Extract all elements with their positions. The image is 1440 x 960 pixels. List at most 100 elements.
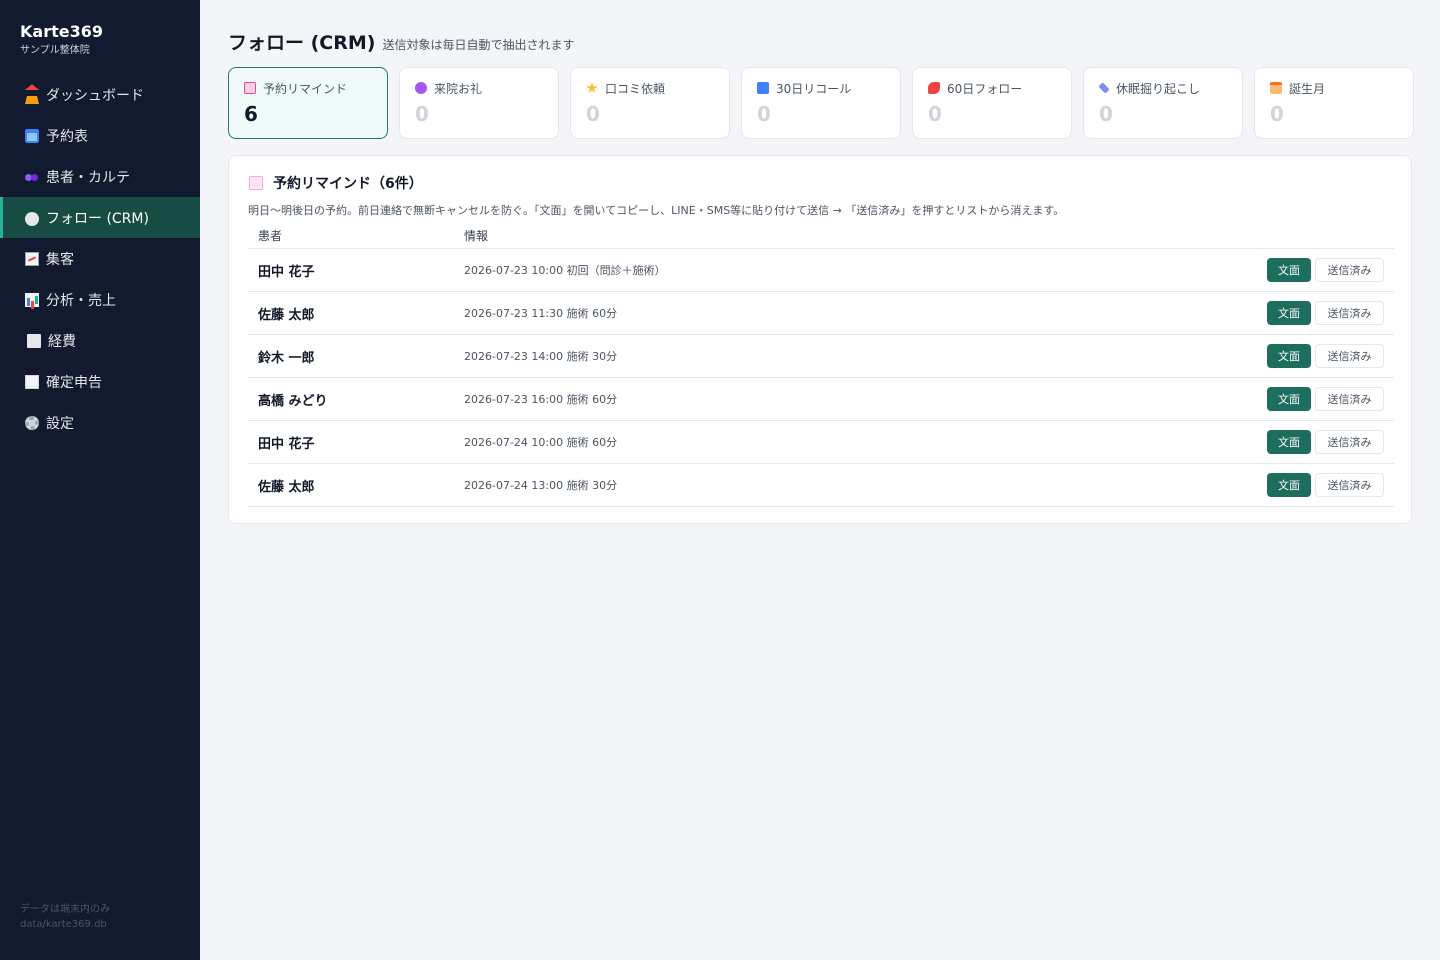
patient-name: 田中 花子 [258, 436, 315, 452]
sidebar-item-label: 確定申告 [46, 374, 102, 391]
sidebar-item-patients[interactable]: 患者・カルテ [0, 156, 200, 197]
phone-icon [928, 82, 940, 94]
appointment-info: 2026-07-23 16:00 施術 60分 [464, 393, 618, 406]
row-actions: 文面 送信済み [1267, 430, 1394, 454]
panel-title-text: 予約リマインド（6件） [273, 176, 423, 192]
patient-name: 高橋 みどり [258, 393, 328, 409]
tab-appointment-reminder[interactable]: 予約リマインド 6 [228, 67, 388, 139]
patient-name: 佐藤 太郎 [258, 479, 315, 495]
sidebar-item-analytics[interactable]: 分析・売上 [0, 279, 200, 320]
stat-label: 口コミ依頼 [605, 81, 666, 96]
tab-30day-recall[interactable]: 30日リコール 0 [741, 67, 901, 139]
sidebar-item-label: 患者・カルテ [46, 169, 130, 186]
calendar-icon [25, 128, 39, 143]
stat-label: 休眠掘り起こし [1116, 81, 1201, 96]
appointment-info: 2026-07-23 14:00 施術 30分 [464, 350, 618, 363]
stat-count: 0 [586, 102, 600, 126]
reminder-panel: 予約リマインド（6件） 明日〜明後日の予約。前日連絡で無断キャンセルを防ぐ。「文… [228, 155, 1412, 524]
cake-icon [1270, 82, 1282, 94]
repeat-icon [757, 82, 769, 94]
mark-sent-button[interactable]: 送信済み [1315, 430, 1384, 454]
mark-sent-button[interactable]: 送信済み [1315, 258, 1384, 282]
house-icon [25, 83, 39, 104]
appointment-info: 2026-07-23 11:30 施術 60分 [464, 307, 618, 320]
pickaxe-icon [1098, 82, 1110, 94]
sidebar-item-crm[interactable]: フォロー (CRM) [0, 197, 200, 238]
tab-visit-thanks[interactable]: 来院お礼 0 [399, 67, 559, 139]
storage-note-line: データは端末内のみ [20, 904, 110, 915]
table-row: 鈴木 一郎 2026-07-23 14:00 施術 30分 文面 送信済み [248, 335, 1394, 378]
table-row: 高橋 みどり 2026-07-23 16:00 施術 60分 文面 送信済み [248, 378, 1394, 421]
sidebar: Karte369 サンプル整体院 ダッシュボード 予約表 患者・カルテ フォロー… [0, 0, 200, 960]
table-row: 田中 花子 2026-07-23 10:00 初回（問診＋施術） 文面 送信済み [248, 249, 1394, 292]
tab-dormant-revival[interactable]: 休眠掘り起こし 0 [1083, 67, 1243, 139]
table-row: 佐藤 太郎 2026-07-23 11:30 施術 60分 文面 送信済み [248, 292, 1394, 335]
stat-count: 0 [1270, 102, 1284, 126]
sidebar-item-label: 経費 [48, 333, 76, 350]
storage-note: データは端末内のみ data/karte369.db [20, 902, 110, 932]
mark-sent-button[interactable]: 送信済み [1315, 387, 1384, 411]
panel-title: 予約リマインド（6件） [249, 173, 423, 193]
mark-sent-button[interactable]: 送信済み [1315, 344, 1384, 368]
table-header: 患者 情報 [248, 222, 1394, 249]
mark-sent-button[interactable]: 送信済み [1315, 473, 1384, 497]
document-icon [25, 374, 39, 389]
row-actions: 文面 送信済み [1267, 387, 1394, 411]
sidebar-item-schedule[interactable]: 予約表 [0, 115, 200, 156]
sidebar-item-label: 予約表 [46, 128, 88, 145]
people-icon [25, 170, 39, 184]
column-info: 情報 [464, 228, 489, 243]
panel-description: 明日〜明後日の予約。前日連絡で無断キャンセルを防ぐ。「文面」を開いてコピーし、L… [248, 204, 1065, 217]
sidebar-item-label: ダッシュボード [46, 87, 144, 104]
page-title: フォロー (CRM) [228, 32, 376, 54]
bar-chart-icon [25, 292, 39, 307]
gear-icon [25, 415, 39, 430]
clinic-name: サンプル整体院 [20, 45, 90, 56]
sidebar-item-dashboard[interactable]: ダッシュボード [0, 74, 200, 115]
star-icon [586, 82, 598, 93]
stat-count: 6 [244, 102, 258, 126]
message-text-button[interactable]: 文面 [1267, 258, 1311, 282]
message-text-button[interactable]: 文面 [1267, 387, 1311, 411]
sidebar-item-tax-return[interactable]: 確定申告 [0, 361, 200, 402]
patient-name: 佐藤 太郎 [258, 307, 315, 323]
message-text-button[interactable]: 文面 [1267, 301, 1311, 325]
sidebar-item-marketing[interactable]: 集客 [0, 238, 200, 279]
appointment-info: 2026-07-24 10:00 施術 60分 [464, 436, 618, 449]
chart-up-icon [25, 251, 39, 266]
row-actions: 文面 送信済み [1267, 258, 1394, 282]
message-text-button[interactable]: 文面 [1267, 430, 1311, 454]
sidebar-item-expenses[interactable]: 経費 [0, 320, 200, 361]
message-text-button[interactable]: 文面 [1267, 473, 1311, 497]
stat-count: 0 [757, 102, 771, 126]
row-actions: 文面 送信済み [1267, 473, 1394, 497]
inbox-icon [249, 176, 263, 190]
tab-birthday-month[interactable]: 誕生月 0 [1254, 67, 1414, 139]
table-body: 田中 花子 2026-07-23 10:00 初回（問診＋施術） 文面 送信済み 佐藤 … [248, 249, 1394, 507]
sidebar-item-label: 設定 [46, 415, 74, 432]
tab-60day-follow[interactable]: 60日フォロー 0 [912, 67, 1072, 139]
column-patient: 患者 [258, 228, 283, 243]
stat-count: 0 [928, 102, 942, 126]
message-text-button[interactable]: 文面 [1267, 344, 1311, 368]
stat-label: 30日リコール [776, 81, 852, 96]
appointment-info: 2026-07-23 10:00 初回（問診＋施術） [464, 264, 666, 277]
mark-sent-button[interactable]: 送信済み [1315, 301, 1384, 325]
stat-label: 来院お礼 [434, 81, 483, 96]
row-actions: 文面 送信済み [1267, 301, 1394, 325]
table-row: 田中 花子 2026-07-24 10:00 施術 60分 文面 送信済み [248, 421, 1394, 464]
patient-name: 田中 花子 [258, 264, 315, 280]
db-path: data/karte369.db [20, 919, 107, 930]
sidebar-item-settings[interactable]: 設定 [0, 402, 200, 443]
reminder-table: 患者 情報 田中 花子 2026-07-23 10:00 初回（問診＋施術） 文面送… [248, 222, 1394, 507]
sidebar-item-label: 集客 [46, 251, 74, 268]
sidebar-nav: ダッシュボード 予約表 患者・カルテ フォロー (CRM) 集客 分析・売上 経… [0, 74, 200, 443]
app-name: Karte369 [20, 22, 103, 41]
stat-label: 予約リマインド [263, 81, 348, 96]
patient-name: 鈴木 一郎 [258, 350, 315, 366]
table-row: 佐藤 太郎 2026-07-24 13:00 施術 30分 文面 送信済み [248, 464, 1394, 507]
tab-review-request[interactable]: 口コミ依頼 0 [570, 67, 730, 139]
stat-label: 60日フォロー [947, 81, 1023, 96]
stat-count: 0 [415, 102, 429, 126]
stat-count: 0 [1099, 102, 1113, 126]
